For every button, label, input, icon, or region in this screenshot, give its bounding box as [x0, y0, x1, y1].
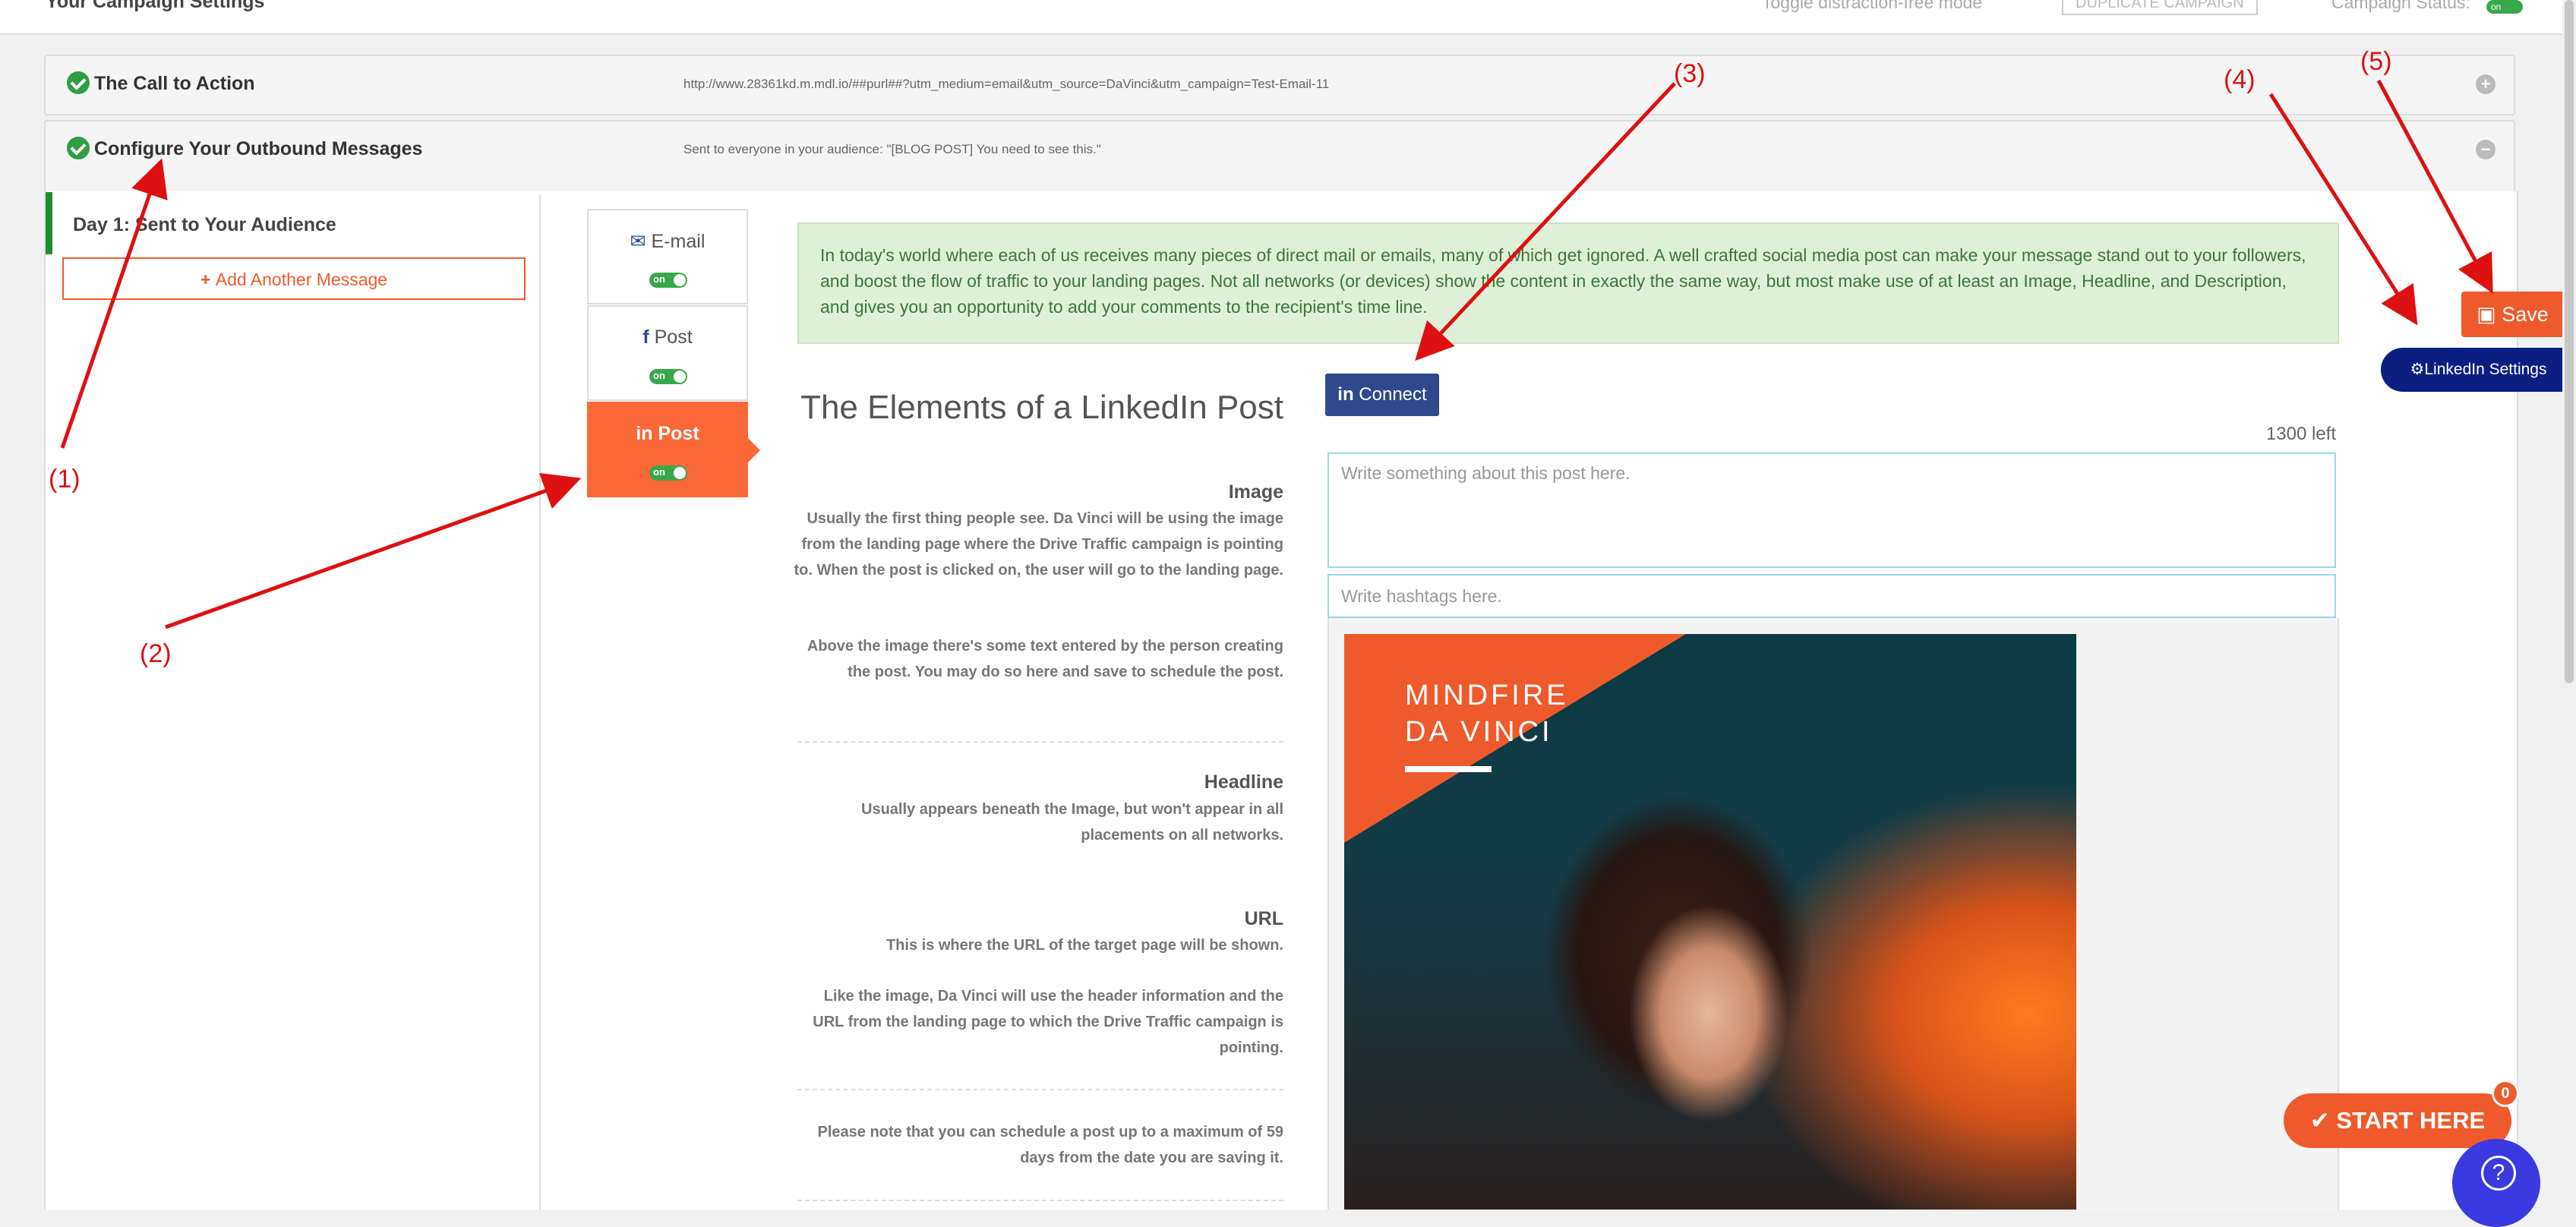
annotation-arrow-2: [165, 472, 582, 629]
annotation-label-5: (5): [2360, 47, 2392, 76]
annotation-label-4: (4): [2224, 65, 2256, 94]
annotation-arrows: [60, 79, 2493, 629]
annotation-arrow-3: [1415, 82, 1676, 361]
annotation-arrow-1: [60, 158, 168, 449]
annotation-arrow-4: [2268, 93, 2418, 326]
annotation-label-3: (3): [1674, 59, 1706, 88]
annotation-label-2: (2): [140, 639, 172, 668]
annotation-arrow-5: [2376, 79, 2493, 294]
annotation-label-1: (1): [49, 465, 80, 494]
